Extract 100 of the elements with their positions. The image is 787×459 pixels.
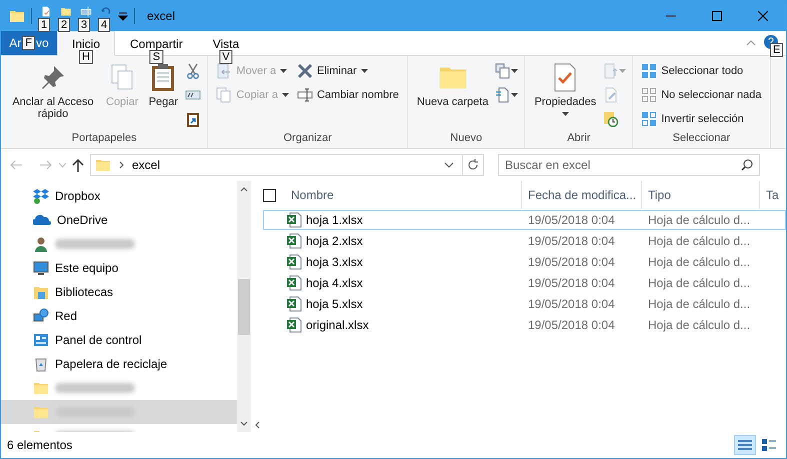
caret-icon <box>562 112 569 117</box>
column-header[interactable]: Tipo <box>641 181 759 209</box>
ribbon-button[interactable]: Propiedades <box>531 60 600 119</box>
group-label: Organizar <box>282 131 333 146</box>
ribbon-button[interactable]: Invertir selección <box>639 108 764 130</box>
keytip: 1 <box>38 18 50 32</box>
select-none-icon <box>641 87 658 103</box>
file-row[interactable]: hoja 4.xlsx 19/05/2018 0:04 Hoja de cálculo d... <box>263 273 786 293</box>
document-icon <box>495 87 512 103</box>
caret-icon <box>360 68 368 74</box>
new-folder-icon[interactable] <box>58 6 74 17</box>
dropdown-icon[interactable] <box>444 162 454 168</box>
file-row[interactable]: hoja 2.xlsx 19/05/2018 0:04 Hoja de cálculo d... <box>263 231 786 251</box>
tiles-icon <box>762 439 776 451</box>
nav-item[interactable]: Papelera de reciclaje <box>1 352 237 376</box>
group-label: Nuevo <box>449 131 484 146</box>
scroll-up-icon[interactable] <box>240 187 248 192</box>
invert-selection-icon <box>641 111 658 127</box>
maximize-icon <box>712 11 722 21</box>
scroll-left-icon[interactable] <box>255 421 260 429</box>
spreadsheet-file-icon <box>286 212 302 228</box>
caret-icon <box>511 68 518 74</box>
folder-icon <box>95 157 111 173</box>
keytip: 4 <box>98 18 110 32</box>
scrollbar-thumb[interactable] <box>238 278 250 334</box>
group-label: Seleccionar <box>672 131 732 146</box>
collapse-ribbon-icon[interactable] <box>746 40 756 46</box>
file-name: original.xlsx <box>306 318 369 332</box>
group-label: Portapapeles <box>70 131 138 146</box>
new-item-icon <box>495 63 512 79</box>
select-all-icon <box>641 63 658 79</box>
file-date: 19/05/2018 0:04 <box>527 318 616 332</box>
file-row[interactable]: hoja 3.xlsx 19/05/2018 0:04 Hoja de cálculo d... <box>263 252 786 272</box>
file-type: Hoja de cálculo d... <box>647 297 752 311</box>
file-type: Hoja de cálculo d... <box>647 255 752 269</box>
spreadsheet-file-icon <box>286 233 302 249</box>
open-icon <box>603 63 620 79</box>
caret-icon <box>619 68 626 74</box>
column-header[interactable]: Fecha de modifica... <box>521 181 641 209</box>
nav-item[interactable]: Dropbox <box>1 184 237 208</box>
keytip: 3 <box>78 18 90 32</box>
file-date: 19/05/2018 0:04 <box>527 297 616 311</box>
dropbox-icon <box>33 188 49 204</box>
spreadsheet-file-icon <box>286 296 302 312</box>
ribbon-button[interactable]: No seleccionar nada <box>639 84 764 106</box>
file-type: Hoja de cálculo d... <box>647 234 752 248</box>
scissors-icon <box>185 63 202 79</box>
caret-icon <box>511 92 518 98</box>
spreadsheet-file-icon <box>286 275 302 291</box>
file-name: hoja 3.xlsx <box>306 255 363 269</box>
ribbon-button[interactable]: Nueva carpeta <box>414 60 492 110</box>
caret-icon <box>280 68 288 74</box>
column-header[interactable]: Nombre <box>285 181 521 209</box>
file-date: 19/05/2018 0:04 <box>527 255 616 269</box>
dropdown-icon[interactable] <box>118 11 128 21</box>
spreadsheet-file-icon <box>286 317 302 333</box>
keytip: 2 <box>58 18 70 32</box>
scroll-down-icon[interactable] <box>240 421 248 426</box>
file-row[interactable]: original.xlsx 19/05/2018 0:04 Hoja de cálculo d... <box>263 315 786 335</box>
item-count: 6 elementos <box>7 438 72 452</box>
user-icon <box>33 236 49 252</box>
nav-item[interactable]: Red <box>1 304 237 328</box>
folder-icon <box>33 380 49 396</box>
nav-item[interactable]: Panel de control <box>1 328 237 352</box>
file-name: hoja 4.xlsx <box>306 276 363 290</box>
nav-item[interactable]: Bibliotecas <box>1 280 237 304</box>
column-header[interactable]: Ta <box>759 181 786 209</box>
caret-icon <box>282 92 289 98</box>
recycle-bin-icon <box>33 356 49 372</box>
move-icon <box>216 63 232 79</box>
list-icon <box>738 439 752 451</box>
rename-icon <box>296 87 313 103</box>
file-name: hoja 2.xlsx <box>306 234 363 248</box>
up-icon[interactable] <box>72 158 84 172</box>
file-type: Hoja de cálculo d... <box>647 276 752 290</box>
rename-icon[interactable] <box>78 6 94 17</box>
control-panel-icon <box>33 332 49 348</box>
file-tab[interactable]: Ar F vo <box>1 31 57 55</box>
file-date: 19/05/2018 0:04 <box>527 276 616 290</box>
chevron-icon <box>119 161 124 169</box>
file-row[interactable]: hoja 5.xlsx 19/05/2018 0:04 Hoja de cálculo d... <box>263 294 786 314</box>
cloud-icon <box>33 212 51 228</box>
window-title: excel <box>147 9 176 23</box>
file-row[interactable]: hoja 1.xlsx 19/05/2018 0:04 Hoja de cálculo d... <box>263 210 786 230</box>
nav-item[interactable]: Este equipo <box>1 256 237 280</box>
keytip: V <box>219 50 233 64</box>
select-all-checkbox[interactable] <box>263 188 276 202</box>
close-icon <box>758 11 768 21</box>
group-label: Abrir <box>566 131 592 146</box>
details-view-button[interactable] <box>734 435 756 455</box>
folder-icon <box>33 404 49 420</box>
file-date: 19/05/2018 0:04 <box>527 234 616 248</box>
network-icon <box>33 308 49 324</box>
ribbon-button[interactable]: Seleccionar todo <box>639 60 764 82</box>
ribbon-button[interactable]: Cambiar nombre <box>294 84 401 106</box>
nav-item[interactable]: OneDrive <box>1 208 237 232</box>
address-bar[interactable]: excel <box>90 154 484 176</box>
keytip: F <box>22 36 36 50</box>
search-field[interactable]: Buscar en excel <box>498 154 760 176</box>
ribbon-button[interactable]: Eliminar <box>294 60 401 82</box>
